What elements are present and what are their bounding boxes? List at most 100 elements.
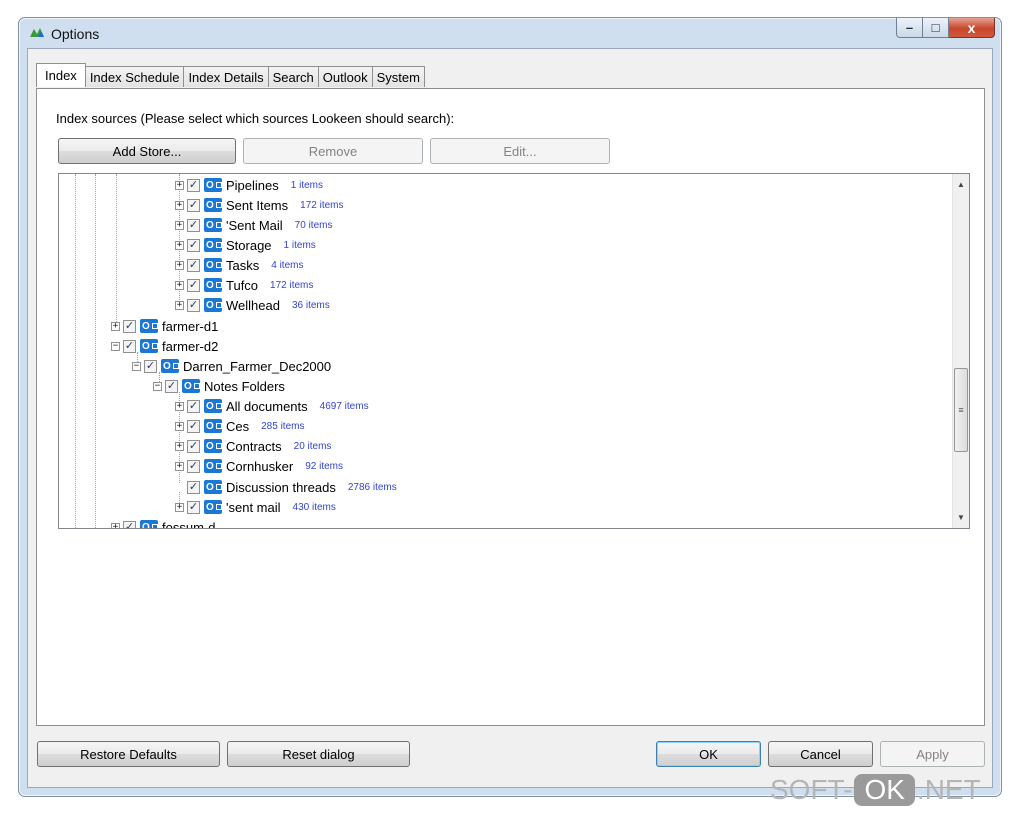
cancel-button[interactable]: Cancel — [768, 741, 873, 767]
outlook-icon-letter: O — [206, 460, 214, 472]
tree-expander-icon[interactable]: + — [175, 280, 184, 290]
reset-dialog-button[interactable]: Reset dialog — [227, 741, 410, 767]
tree-item-label: 'sent mail — [226, 499, 281, 515]
tree-item-checkbox[interactable]: ✓ — [187, 399, 200, 413]
tree-item[interactable]: − ✓ O Notes Folders — [153, 376, 297, 396]
tab-index-details[interactable]: Index Details — [183, 66, 269, 87]
tree-item[interactable]: + ✓ O 'Sent Mail 70 items — [175, 215, 332, 235]
tree-item-label: Contracts — [226, 438, 282, 454]
tree-expander-icon[interactable]: + — [111, 321, 120, 331]
tree-item[interactable]: + ✓ O Tasks 4 items — [175, 255, 303, 275]
scrollbar-thumb[interactable]: ≡ — [954, 368, 968, 452]
envelope-icon — [215, 282, 222, 288]
add-store-button[interactable]: Add Store... — [58, 138, 236, 164]
outlook-store-icon: O — [204, 419, 222, 433]
tree-item-label: Tufco — [226, 277, 259, 293]
tree-item-checkbox[interactable]: ✓ — [187, 459, 200, 473]
tree-item[interactable]: + ✓ Ofarmer-d1 — [111, 316, 230, 336]
tree-item-checkbox[interactable]: ✓ — [187, 218, 200, 232]
minimize-button[interactable]: – — [896, 18, 923, 38]
scroll-down-arrow-icon[interactable]: ▼ — [953, 509, 969, 526]
tree-item-checkbox[interactable]: ✓ — [123, 339, 136, 353]
tree-item-checkbox[interactable]: ✓ — [187, 439, 200, 453]
tree-item[interactable]: + ✓ O All documents 4697 items — [175, 396, 369, 416]
tree-item-checkbox[interactable]: ✓ — [123, 319, 136, 333]
tree-expander-icon[interactable]: − — [111, 341, 120, 351]
tree-item-label: Pipelines — [226, 177, 279, 193]
outlook-store-icon: O — [140, 319, 158, 333]
tree-item-checkbox[interactable]: ✓ — [187, 480, 200, 494]
tab-system[interactable]: System — [371, 66, 425, 87]
tab-outlook[interactable]: Outlook — [317, 66, 373, 87]
tree-item[interactable]: + ✓ O Cornhusker 92 items — [175, 456, 343, 476]
envelope-icon — [215, 463, 222, 469]
outlook-icon-letter: O — [206, 239, 214, 251]
tree-expander-icon[interactable]: + — [175, 401, 184, 411]
tab-index[interactable]: Index — [36, 63, 86, 87]
tree-expander-icon[interactable]: + — [175, 300, 184, 310]
outlook-store-icon: O — [204, 218, 222, 232]
tab-index-schedule[interactable]: Index Schedule — [84, 66, 185, 87]
tree-item[interactable]: + ✓ O Tufco 172 items — [175, 275, 313, 295]
tree-item[interactable]: + ✓ O Pipelines 1 items — [175, 175, 323, 195]
tree-expander-icon[interactable]: + — [175, 220, 184, 230]
tree-expander-icon[interactable]: + — [175, 260, 184, 270]
tree-item[interactable]: + ✓ O 'sent mail 430 items — [175, 497, 336, 517]
outlook-store-icon: O — [182, 379, 200, 393]
tree-vertical-scrollbar[interactable]: ▲ ≡ ▼ — [952, 174, 969, 528]
maximize-button[interactable]: □ — [923, 18, 949, 38]
tree-item-label: Ces — [226, 418, 250, 434]
tree-item-checkbox[interactable]: ✓ — [187, 258, 200, 272]
title-bar[interactable]: Options – □ x — [19, 18, 1001, 48]
tree-item[interactable]: + ✓ O Ces 285 items — [175, 416, 304, 436]
tree-item-checkbox[interactable]: ✓ — [187, 238, 200, 252]
tree-item-count: 285 items — [261, 420, 305, 432]
ok-button[interactable]: OK — [656, 741, 761, 767]
tab-search[interactable]: Search — [267, 66, 319, 87]
tree-item-checkbox[interactable]: ✓ — [123, 520, 136, 528]
tree-item[interactable]: − ✓ Ofarmer-d2 — [111, 336, 230, 356]
maximize-icon: □ — [931, 20, 940, 35]
close-button[interactable]: x — [949, 18, 995, 38]
tree-item-checkbox[interactable]: ✓ — [187, 500, 200, 514]
tree-item-count: 172 items — [270, 279, 314, 291]
tree-expander-icon[interactable]: + — [175, 502, 184, 512]
tree-item[interactable]: + ✓ O Wellhead 36 items — [175, 295, 330, 315]
tree-expander-icon[interactable]: + — [175, 180, 184, 190]
envelope-icon — [215, 222, 222, 228]
tree-item[interactable]: + ✓ O Contracts 20 items — [175, 436, 331, 456]
tree-item-checkbox[interactable]: ✓ — [187, 198, 200, 212]
tree-item-checkbox[interactable]: ✓ — [187, 178, 200, 192]
remove-button[interactable]: Remove — [243, 138, 423, 164]
tree-expander-icon[interactable]: − — [153, 381, 162, 391]
apply-button[interactable]: Apply — [880, 741, 985, 767]
outlook-icon-letter: O — [206, 259, 214, 271]
tree-item-checkbox[interactable]: ✓ — [187, 298, 200, 312]
tree-item-checkbox[interactable]: ✓ — [144, 359, 157, 373]
tree-expander-icon[interactable]: + — [175, 441, 184, 451]
tree-expander-icon[interactable]: + — [175, 240, 184, 250]
tree-item-checkbox[interactable]: ✓ — [165, 379, 178, 393]
envelope-icon — [215, 443, 222, 449]
tree-expander-icon[interactable]: + — [111, 522, 120, 528]
tree-expander-icon[interactable]: + — [175, 421, 184, 431]
edit-button[interactable]: Edit... — [430, 138, 610, 164]
index-sources-tree[interactable]: + ✓ O Pipelines 1 items + ✓ O Sent Items 172 item… — [58, 173, 970, 529]
outlook-icon-letter: O — [142, 320, 150, 332]
scroll-up-arrow-icon[interactable]: ▲ — [953, 176, 969, 193]
tree-item[interactable]: + ✓ O Storage 1 items — [175, 235, 316, 255]
tree-expander-icon[interactable]: + — [175, 200, 184, 210]
tree-expander-icon[interactable]: − — [132, 361, 141, 371]
tree-item-count: 70 items — [294, 219, 333, 231]
tree-item[interactable]: + ✓ O Sent Items 172 items — [175, 195, 344, 215]
tree-item[interactable]: ✓ O Discussion threads 2786 items — [175, 477, 397, 497]
tree-item[interactable]: − ✓ O Darren_Farmer_Dec2000 — [132, 356, 343, 376]
tab-strip: Index Index Schedule Index Details Searc… — [36, 63, 425, 87]
tree-item[interactable]: + ✓ Ofossum-d — [111, 517, 227, 528]
restore-defaults-button[interactable]: Restore Defaults — [37, 741, 220, 767]
tree-item-checkbox[interactable]: ✓ — [187, 278, 200, 292]
outlook-icon-letter: O — [184, 380, 192, 392]
tree-expander-icon[interactable]: + — [175, 461, 184, 471]
tree-item-count: 36 items — [291, 299, 330, 311]
tree-item-checkbox[interactable]: ✓ — [187, 419, 200, 433]
